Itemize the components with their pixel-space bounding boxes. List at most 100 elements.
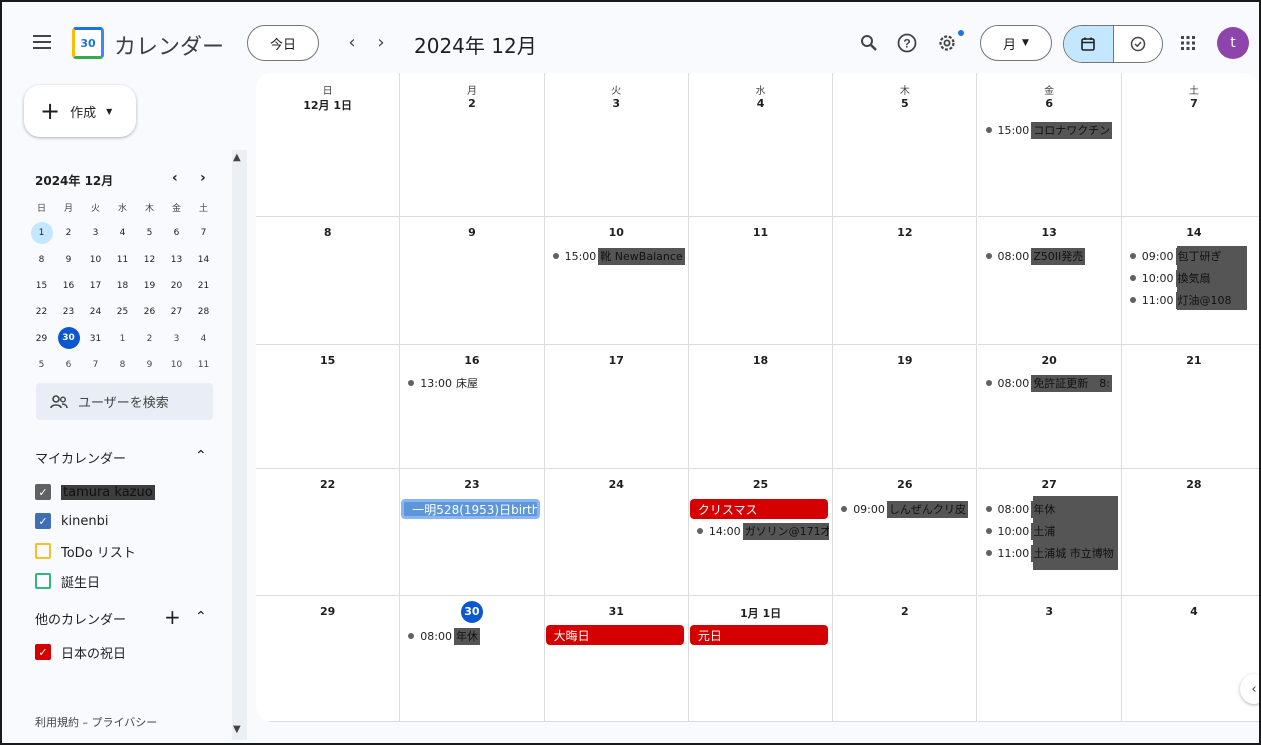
day-number[interactable]: 25 (689, 478, 832, 491)
checkbox-checked-icon[interactable]: ✓ (35, 513, 51, 529)
day-number[interactable]: 13 (978, 226, 1121, 239)
day-number[interactable]: 19 (833, 354, 976, 367)
mini-day[interactable]: 4 (109, 220, 136, 246)
timed-event[interactable]: 08:00 年休 (408, 626, 540, 646)
day-number[interactable]: 5 (833, 97, 976, 110)
mini-day[interactable]: 28 (190, 299, 217, 325)
day-number[interactable]: 29 (256, 605, 399, 618)
mini-day[interactable]: 25 (109, 299, 136, 325)
day-number[interactable]: 4 (1122, 605, 1259, 618)
timed-event[interactable]: 09:00 しんぜんクリ皮 (841, 499, 973, 519)
day-number[interactable]: 2 (400, 97, 543, 110)
mini-day[interactable]: 6 (55, 352, 82, 378)
timed-event[interactable]: 10:00 換気扇 (1129, 268, 1259, 288)
calendar-item-todo[interactable]: ToDo リスト (35, 541, 136, 561)
day-cell-4-tue[interactable]: 31 (544, 596, 689, 722)
mini-day[interactable]: 8 (109, 352, 136, 378)
day-cell-4-sun[interactable]: 29 (256, 596, 401, 722)
mini-day[interactable]: 7 (82, 352, 109, 378)
timed-event[interactable]: 14:00 ガソリン@171才 (696, 521, 830, 541)
day-cell-0-sat[interactable]: 土7 (1121, 73, 1259, 217)
day-cell-0-tue[interactable]: 火3 (544, 73, 689, 217)
mini-day[interactable]: 3 (163, 325, 190, 351)
timed-event[interactable]: 08:00 年休 (985, 499, 1118, 519)
mini-day[interactable]: 2 (136, 325, 163, 351)
mini-day[interactable]: 4 (190, 325, 217, 351)
day-cell-2-tue[interactable]: 17 (544, 345, 689, 469)
day-number[interactable]: 24 (545, 478, 688, 491)
avatar[interactable]: t (1217, 27, 1249, 59)
mini-day[interactable]: 31 (82, 325, 109, 351)
day-cell-1-sun[interactable]: 8 (256, 217, 401, 345)
timed-event[interactable]: 11:00 灯油@108 (1129, 290, 1259, 310)
day-cell-1-fri[interactable]: 13 (977, 217, 1122, 345)
mini-day[interactable]: 6 (163, 220, 190, 246)
mini-day[interactable]: 10 (82, 247, 109, 273)
all-day-event[interactable]: 大晦日 (545, 625, 684, 645)
terms-privacy-link[interactable]: 利用規約 – プライバシー (35, 714, 157, 730)
day-number[interactable]: 2 (833, 605, 976, 618)
calendar-item-holidays[interactable]: ✓ 日本の祝日 (35, 642, 126, 662)
calendar-logo-icon[interactable]: 30 (72, 27, 104, 59)
day-number[interactable]: 10 (545, 226, 688, 239)
mini-day[interactable]: 18 (109, 273, 136, 299)
mini-day[interactable]: 14 (190, 247, 217, 273)
checkbox-checked-icon[interactable]: ✓ (35, 484, 51, 500)
help-icon[interactable]: ? (893, 29, 921, 57)
day-cell-0-wed[interactable]: 水4 (688, 73, 834, 217)
mini-day[interactable]: 30 (57, 327, 80, 350)
day-cell-0-sun[interactable]: 日 12月 1日 (256, 73, 401, 217)
scroll-up-icon[interactable]: ▲ (233, 152, 241, 163)
chevron-up-icon[interactable]: ⌃ (195, 609, 207, 625)
day-number[interactable]: 6 (978, 97, 1121, 110)
mini-day[interactable]: 8 (28, 247, 55, 273)
mini-day[interactable]: 24 (82, 299, 109, 325)
mini-day[interactable]: 5 (28, 352, 55, 378)
day-cell-4-sat[interactable]: 4 (1121, 596, 1259, 722)
sidebar-scrollbar[interactable] (232, 150, 247, 740)
day-cell-2-thu[interactable]: 19 (833, 345, 978, 469)
mini-next-icon[interactable]: › (200, 170, 206, 186)
day-cell-3-sun[interactable]: 22 (256, 469, 401, 596)
day-cell-1-mon[interactable]: 9 (400, 217, 545, 345)
settings-icon[interactable] (933, 29, 961, 57)
day-number[interactable]: 18 (689, 354, 832, 367)
day-number[interactable]: 28 (1122, 478, 1259, 491)
timed-event[interactable]: 15:00 靴 NewBalance (552, 246, 685, 266)
mini-day[interactable]: 3 (82, 220, 109, 246)
day-number[interactable]: 8 (256, 226, 399, 239)
timed-event[interactable]: 15:00 コロナワクチン (985, 120, 1118, 140)
mini-day[interactable]: 9 (136, 352, 163, 378)
today-date-number[interactable]: 30 (460, 601, 483, 623)
checkbox-unchecked-icon[interactable] (35, 543, 51, 559)
day-number[interactable]: 14 (1122, 226, 1259, 239)
day-cell-4-mon[interactable]: 30 (400, 596, 545, 722)
day-number[interactable]: 16 (400, 354, 543, 367)
calendar-item-kinenbi[interactable]: ✓ kinenbi (35, 511, 108, 531)
mini-day[interactable]: 29 (28, 325, 55, 351)
day-number[interactable]: 22 (256, 478, 399, 491)
today-button[interactable]: 今日 (247, 25, 319, 61)
tasks-view-icon[interactable] (1114, 26, 1163, 62)
timed-event[interactable]: 08:00 Z50II発売 (985, 246, 1118, 266)
mini-day[interactable]: 26 (136, 299, 163, 325)
mini-day[interactable]: 20 (163, 273, 190, 299)
all-day-event[interactable]: 一明528(1953)日birth (401, 499, 540, 519)
day-cell-4-thu[interactable]: 2 (833, 596, 978, 722)
search-icon[interactable] (855, 29, 883, 57)
day-cell-2-fri[interactable]: 20 (977, 345, 1122, 469)
day-cell-3-tue[interactable]: 24 (544, 469, 689, 596)
day-cell-3-sat[interactable]: 28 (1121, 469, 1259, 596)
add-calendar-icon[interactable]: + (164, 605, 181, 629)
view-selector[interactable]: 月 ▼ (980, 25, 1052, 61)
mini-day[interactable]: 13 (163, 247, 190, 273)
mini-day[interactable]: 10 (163, 352, 190, 378)
day-cell-2-sun[interactable]: 15 (256, 345, 401, 469)
day-number[interactable]: 12 (833, 226, 976, 239)
mini-day[interactable]: 11 (109, 247, 136, 273)
menu-icon[interactable] (28, 28, 56, 56)
day-number[interactable]: 3 (545, 97, 688, 110)
day-cell-1-tue[interactable]: 10 (544, 217, 689, 345)
timed-event[interactable]: 13:00 床屋 (408, 373, 540, 393)
day-cell-1-thu[interactable]: 12 (833, 217, 978, 345)
